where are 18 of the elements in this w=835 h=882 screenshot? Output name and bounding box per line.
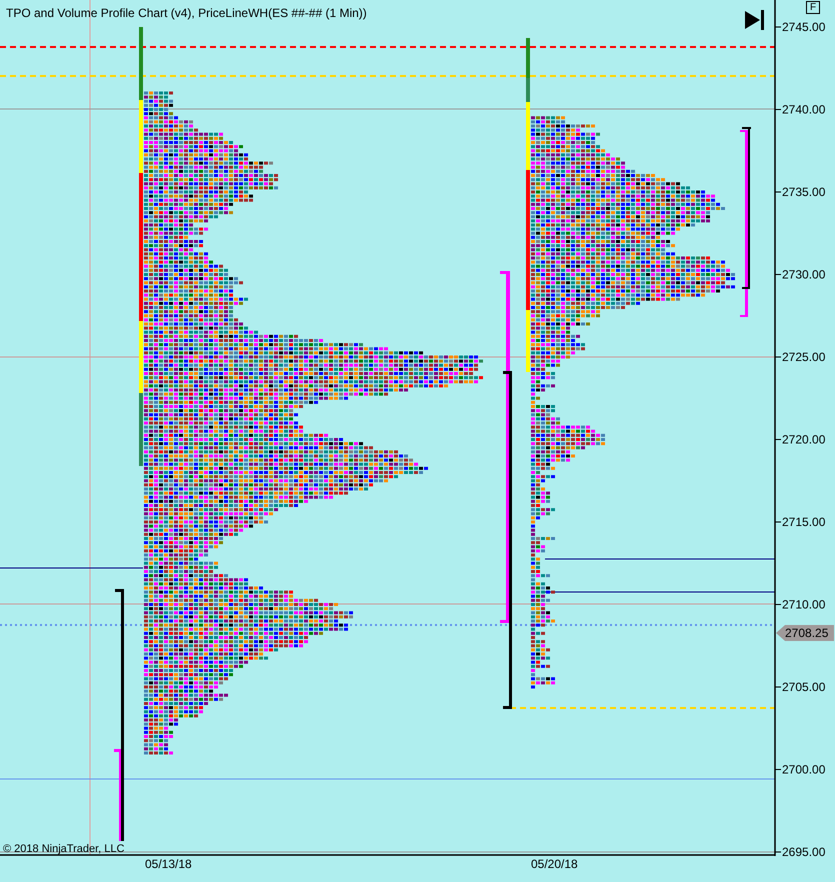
price-axis-label: 2725.00 bbox=[782, 350, 826, 364]
chart-title: TPO and Volume Profile Chart (v4), PriceLineWH(ES ##-## (1 Min)) bbox=[6, 6, 367, 20]
price-axis-label: 2735.00 bbox=[782, 185, 826, 199]
skip-to-end-icon[interactable] bbox=[745, 10, 764, 30]
price-axis-label: 2720.00 bbox=[782, 432, 826, 446]
price-axis-label: 2715.00 bbox=[782, 515, 826, 529]
price-axis-label: 2710.00 bbox=[782, 598, 826, 612]
copyright-text: © 2018 NinjaTrader, LLC bbox=[3, 843, 124, 855]
last-price-tag: 2708.25 bbox=[776, 625, 834, 641]
price-axis-label: 2740.00 bbox=[782, 102, 826, 116]
price-axis-label: 2705.00 bbox=[782, 680, 826, 694]
price-axis-label: 2700.00 bbox=[782, 762, 826, 776]
price-axis-label: 2730.00 bbox=[782, 268, 826, 282]
date-axis-label: 05/20/18 bbox=[531, 857, 578, 871]
date-axis-label: 05/13/18 bbox=[145, 857, 192, 871]
corner-button[interactable]: F bbox=[806, 1, 820, 14]
price-axis-label: 2745.00 bbox=[782, 20, 826, 34]
price-axis-label: 2695.00 bbox=[782, 845, 826, 859]
